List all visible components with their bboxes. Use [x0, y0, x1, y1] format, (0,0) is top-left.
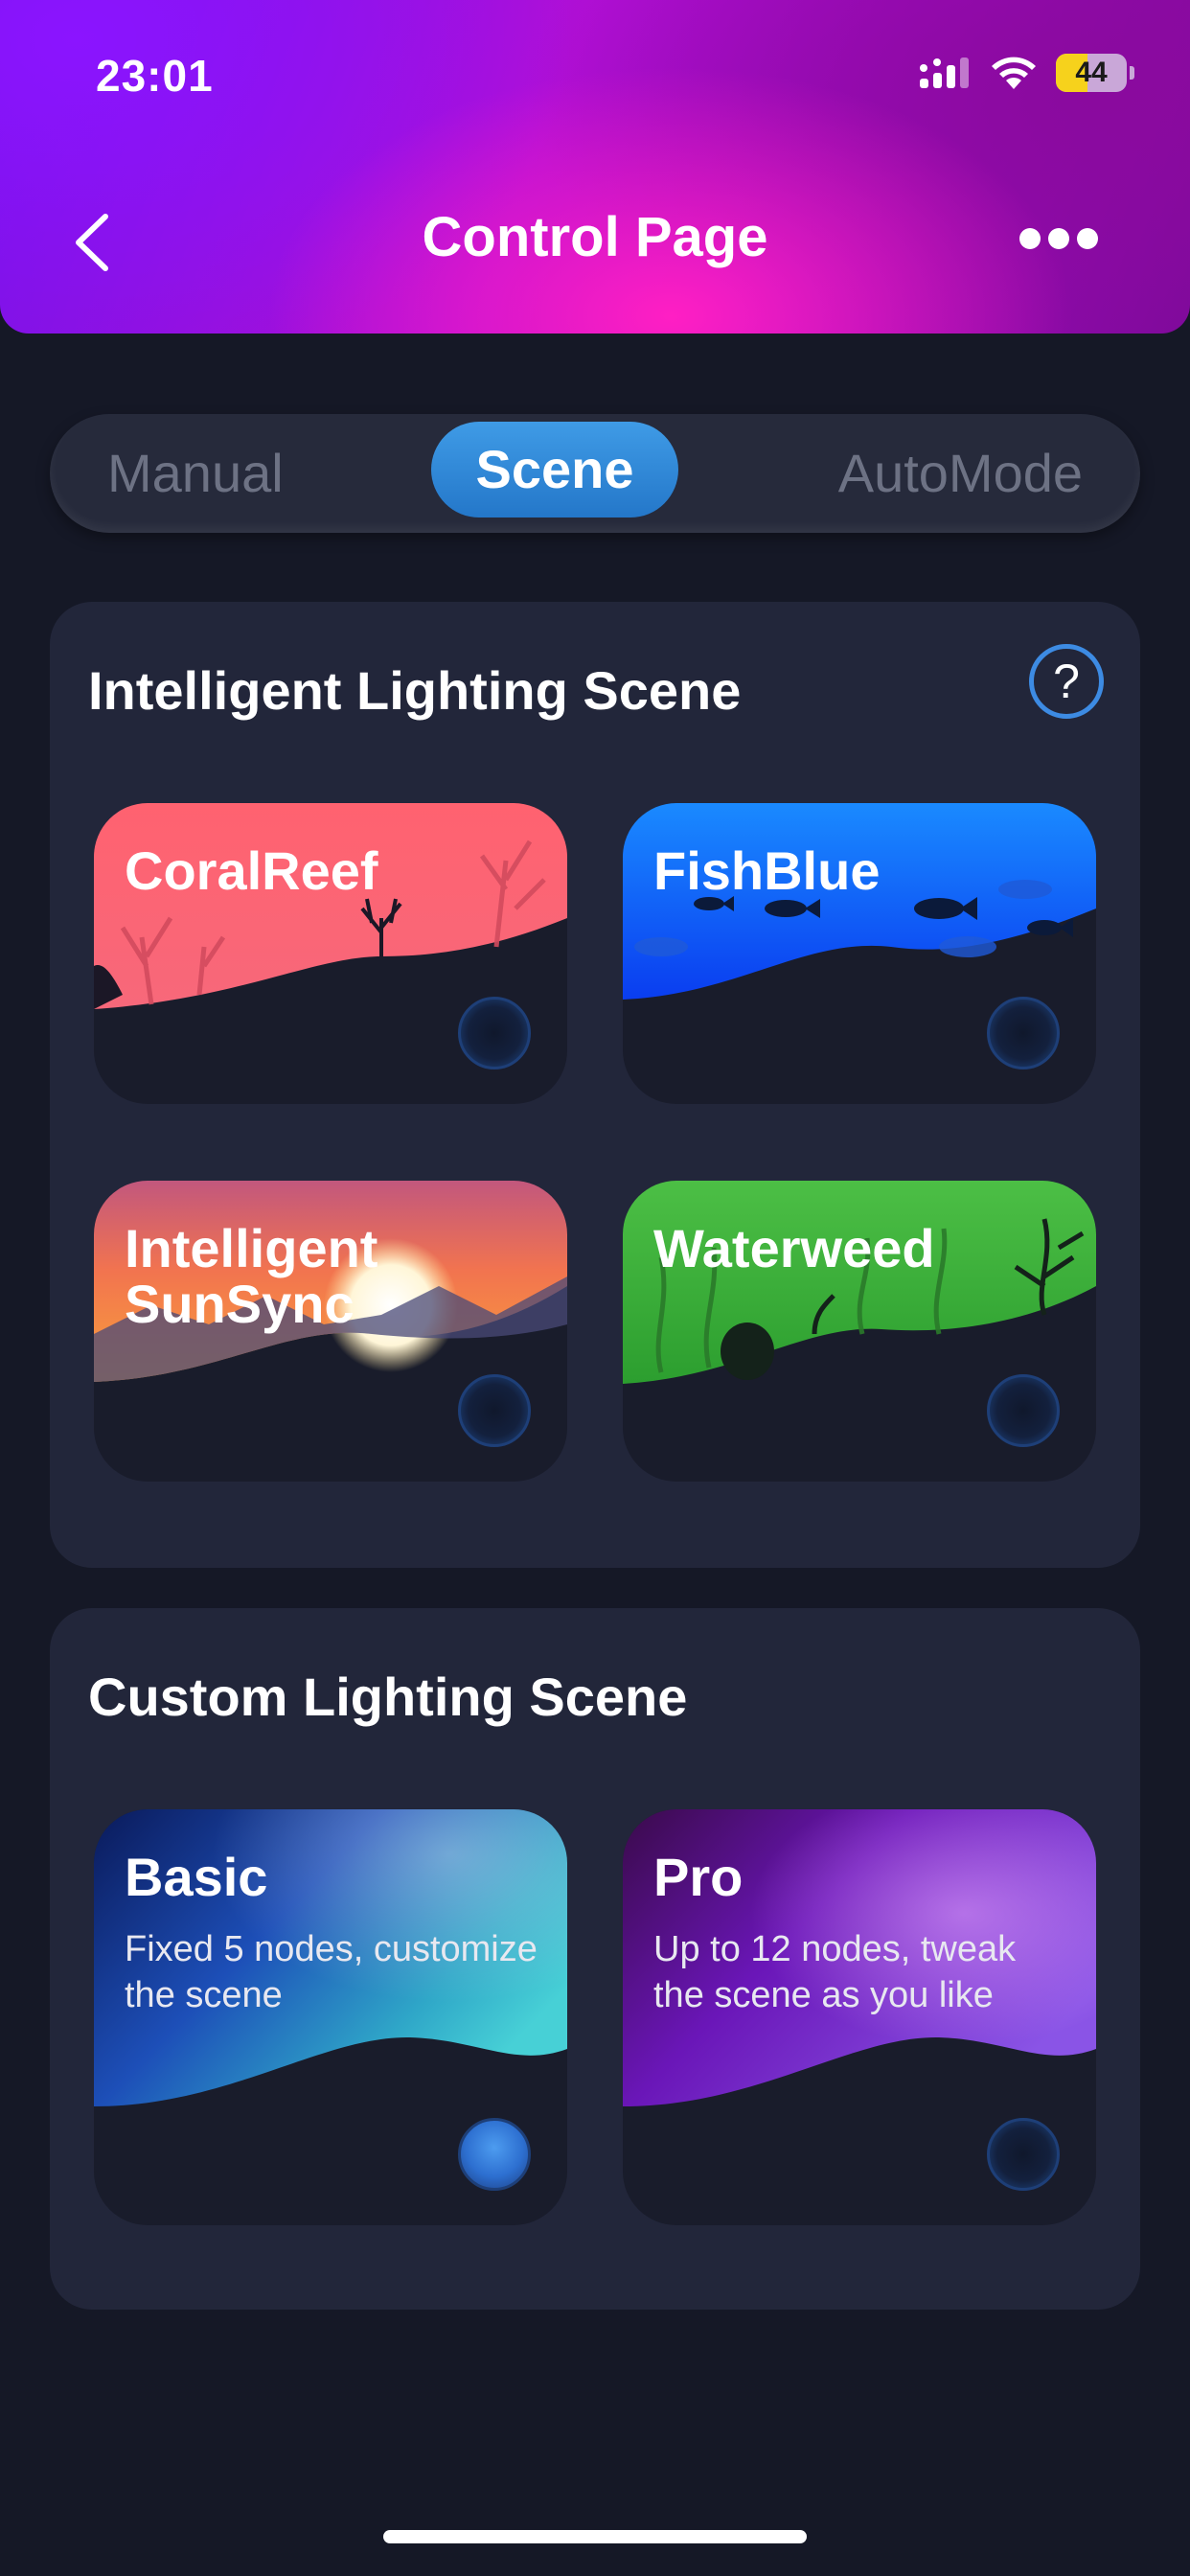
- intelligent-scene-panel: Intelligent Lighting Scene ? CoralReef F…: [50, 602, 1140, 1568]
- scene-name: FishBlue: [653, 840, 881, 901]
- scene-name: Intelligent SunSync: [125, 1218, 378, 1334]
- scene-card-waterweed[interactable]: Waterweed: [623, 1181, 1096, 1482]
- wifi-icon: [992, 57, 1036, 89]
- scene-select-radio[interactable]: [458, 997, 531, 1070]
- mode-tabs: Manual Scene AutoMode: [50, 414, 1140, 533]
- scene-select-radio[interactable]: [987, 1374, 1060, 1447]
- help-icon[interactable]: ?: [1029, 644, 1104, 719]
- scene-select-radio[interactable]: [987, 2118, 1060, 2191]
- more-dot-icon: [1077, 228, 1098, 249]
- scene-card-coralreef[interactable]: CoralReef: [94, 803, 567, 1104]
- home-indicator[interactable]: [383, 2530, 807, 2543]
- header: 23:01 44 Control Page: [0, 0, 1190, 334]
- status-time: 23:01: [96, 51, 214, 101]
- tab-automode[interactable]: AutoMode: [838, 414, 1083, 533]
- status-icons: 44: [920, 54, 1134, 92]
- signal-icon: [920, 58, 969, 88]
- more-button[interactable]: [1019, 228, 1098, 249]
- tab-scene[interactable]: Scene: [431, 422, 678, 518]
- scene-select-radio[interactable]: [987, 997, 1060, 1070]
- scene-name: Basic: [125, 1847, 268, 1907]
- scene-select-radio[interactable]: [458, 1374, 531, 1447]
- scene-select-radio[interactable]: [458, 2118, 531, 2191]
- more-dot-icon: [1019, 228, 1041, 249]
- page-title: Control Page: [422, 206, 768, 268]
- battery-icon: 44: [1056, 54, 1127, 92]
- custom-scene-panel: Custom Lighting Scene Basic Fixed 5 node…: [50, 1608, 1140, 2310]
- scene-name: CoralReef: [125, 840, 378, 901]
- scene-card-fishblue[interactable]: FishBlue: [623, 803, 1096, 1104]
- scene-card-basic[interactable]: Basic Fixed 5 nodes, customize the scene: [94, 1809, 567, 2225]
- tab-manual[interactable]: Manual: [107, 414, 284, 533]
- scene-card-sunsync[interactable]: Intelligent SunSync: [94, 1181, 567, 1482]
- battery-level: 44: [1075, 57, 1108, 88]
- scene-description: Up to 12 nodes, tweak the scene as you l…: [653, 1929, 1017, 2015]
- intelligent-scene-title: Intelligent Lighting Scene: [88, 660, 742, 721]
- custom-scene-title: Custom Lighting Scene: [88, 1667, 688, 1727]
- scene-description: Fixed 5 nodes, customize the scene: [125, 1929, 538, 2015]
- scene-card-pro[interactable]: Pro Up to 12 nodes, tweak the scene as y…: [623, 1809, 1096, 2225]
- scene-name: Waterweed: [653, 1218, 935, 1278]
- more-dot-icon: [1048, 228, 1069, 249]
- scene-name: Pro: [653, 1847, 744, 1907]
